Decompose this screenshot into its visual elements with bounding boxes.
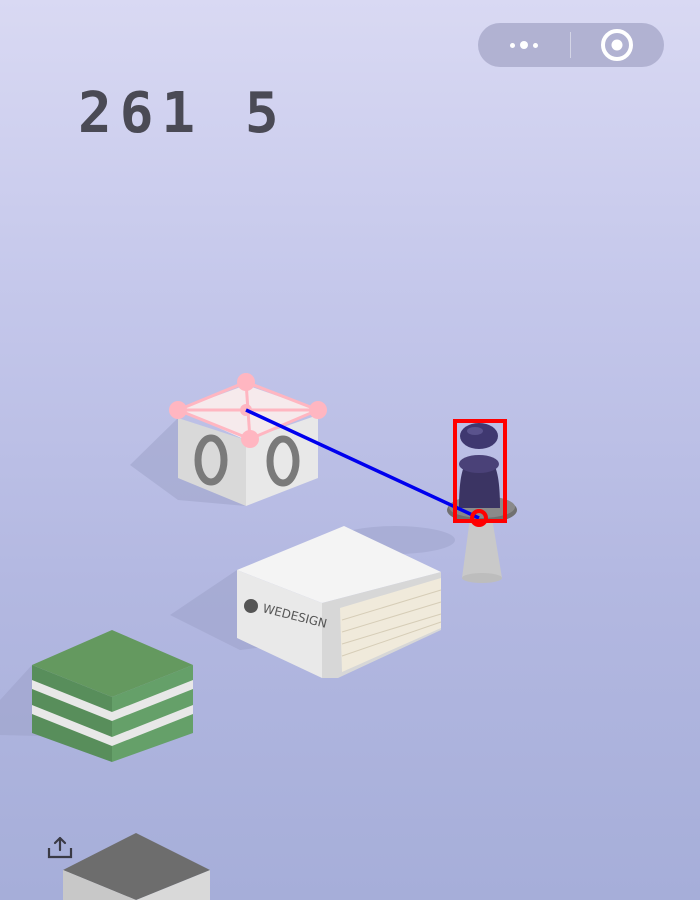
game-scene: WEDESIGN xyxy=(0,373,517,900)
player-piece xyxy=(459,423,500,508)
gray-block xyxy=(63,833,210,900)
green-striped-block xyxy=(0,630,193,762)
share-icon[interactable] xyxy=(46,836,74,860)
